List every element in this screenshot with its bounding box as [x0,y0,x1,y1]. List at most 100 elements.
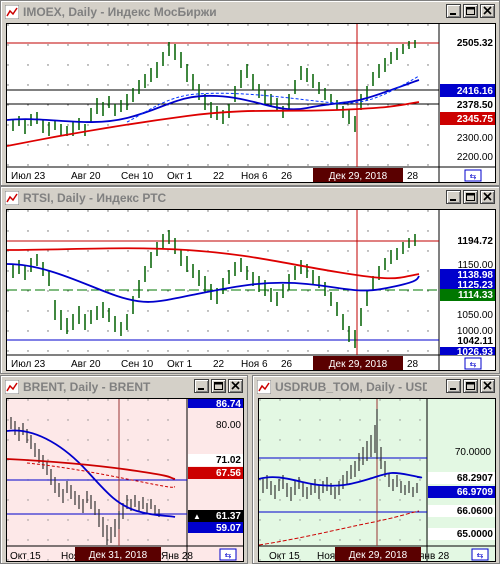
date-label: Ноя 6 [241,359,268,370]
price-tag: 1114.33 [458,290,493,301]
minimize-button[interactable] [446,379,461,393]
price-tag: 71.02 [216,455,241,466]
date-label: Авг 20 [71,359,101,370]
axis-label: 1050.00 [457,310,494,321]
minimize-button[interactable] [446,190,461,204]
price-tag: 61.37 [216,511,241,522]
price-chart-rtsi[interactable]: 1194.72 1150.00 1138.98 1125.23 1114.33 … [7,210,496,371]
chart-icon [5,380,19,394]
chart-window-brent[interactable]: BRENT, Daily - BRENT 86.74 80.00 71.02 6… [0,375,248,564]
close-icon [483,381,492,390]
crosshair-date: Дек 31, 2018 [89,550,148,561]
price-chart-usdrub[interactable]: 70.0000 68.2907 66.9709 66.0600 65.0000 … [259,399,496,562]
price-tag: 68.2907 [457,473,494,484]
scroll-to-end-icon[interactable]: ⇆ [470,360,477,369]
titlebar-usdrub[interactable]: USDRUB_TOM, Daily - USDR... [255,378,497,396]
maximize-icon [466,193,475,201]
chart-window-rtsi[interactable]: RTSI, Daily - Индекс РТС 1194.72 1150.00 [0,186,500,374]
chart-window-imoex[interactable]: IMOEX, Daily - Индекс МосБиржи 2505.32 2… [0,0,500,186]
price-tag: 1026.93 [457,347,494,358]
close-icon [483,6,492,15]
date-label: Окт 15 [10,551,41,562]
date-label: Окт 15 [269,551,300,562]
close-icon [231,381,240,390]
date-label: 26 [281,171,293,182]
maximize-button[interactable] [463,4,478,18]
date-label: 22 [213,359,225,370]
date-label: Июл 23 [11,171,46,182]
titlebar-brent[interactable]: BRENT, Daily - BRENT [3,378,245,396]
date-label: Окт 1 [167,359,193,370]
window-title: RTSI, Daily - Индекс РТС [23,191,167,205]
price-tag: 1042.11 [457,336,493,347]
price-tag: 86.74 [216,399,241,410]
axis-label: 2300.00 [457,133,494,144]
scroll-to-end-icon[interactable]: ⇆ [225,551,232,560]
chart-icon [257,380,271,394]
price-tag: 2505.32 [457,38,494,49]
chart-icon [5,5,19,19]
titlebar-imoex[interactable]: IMOEX, Daily - Индекс МосБиржи [3,3,497,21]
price-tag: 59.07 [216,523,241,534]
chart-window-usdrub[interactable]: USDRUB_TOM, Daily - USDR... 70.0000 68.2… [252,375,500,564]
maximize-button[interactable] [211,379,226,393]
date-label: Сен 10 [121,171,154,182]
date-label: Янв 28 [161,551,193,562]
chart-area-brent[interactable]: 86.74 80.00 71.02 67.56 ▲ 61.37 59.07 Ок… [6,398,244,562]
minimize-icon [198,388,204,390]
date-label: Авг 20 [71,171,101,182]
chart-area-usdrub[interactable]: 70.0000 68.2907 66.9709 66.0600 65.0000 … [258,398,496,562]
chart-area-rtsi[interactable]: 1194.72 1150.00 1138.98 1125.23 1114.33 … [6,209,496,371]
chart-area-imoex[interactable]: 2505.32 2416.16 2378.50 2345.75 2300.00 … [6,23,496,183]
minimize-button[interactable] [194,379,209,393]
crosshair-date: Дек 29, 2018 [329,171,388,182]
window-title: BRENT, Daily - BRENT [23,380,151,394]
maximize-icon [466,382,475,390]
window-title: USDRUB_TOM, Daily - USDR... [275,380,427,394]
axis-label: 70.0000 [455,447,492,458]
date-label: 26 [281,359,293,370]
date-label: Ноя [317,551,335,562]
minimize-button[interactable] [446,4,461,18]
window-title: IMOEX, Daily - Индекс МосБиржи [23,5,217,19]
crosshair-date: Дек 29, 2018 [329,359,388,370]
maximize-button[interactable] [463,190,478,204]
close-icon [483,192,492,201]
price-tag: 67.56 [216,468,241,479]
chart-icon [5,191,19,205]
crosshair-date: Дек 29, 2018 [349,550,408,561]
price-chart-brent[interactable]: 86.74 80.00 71.02 67.56 ▲ 61.37 59.07 Ок… [7,399,244,562]
date-label: Окт 1 [167,171,193,182]
date-label: 22 [213,171,225,182]
minimize-icon [450,388,456,390]
titlebar-rtsi[interactable]: RTSI, Daily - Индекс РТС [3,189,497,207]
close-button[interactable] [480,190,495,204]
price-tag: 2345.75 [457,114,494,125]
price-tag: 66.9709 [457,487,494,498]
date-label: Июл 23 [11,359,46,370]
price-tag: 65.0000 [457,529,494,540]
maximize-icon [214,382,223,390]
price-tag: 2416.16 [457,86,494,97]
price-tag: 66.0600 [457,506,494,517]
close-button[interactable] [228,379,243,393]
scroll-to-end-icon[interactable]: ⇆ [470,172,477,181]
scroll-to-end-icon[interactable]: ⇆ [477,551,484,560]
date-label: янв 28 [419,551,450,562]
price-chart-imoex[interactable]: 2505.32 2416.16 2378.50 2345.75 2300.00 … [7,24,496,183]
maximize-button[interactable] [463,379,478,393]
minimize-icon [450,199,456,201]
close-button[interactable] [480,4,495,18]
date-label: Ноя 6 [241,171,268,182]
axis-label: 80.00 [216,420,241,431]
maximize-icon [466,7,475,15]
price-tag: 2378.50 [457,100,494,111]
date-label: Сен 10 [121,359,154,370]
marker-icon: ▲ [193,512,201,521]
minimize-icon [450,13,456,15]
date-label: 28 [407,359,419,370]
close-button[interactable] [480,379,495,393]
price-tag: 1194.72 [457,236,493,247]
axis-label: 2200.00 [457,152,494,163]
date-label: 28 [407,171,419,182]
